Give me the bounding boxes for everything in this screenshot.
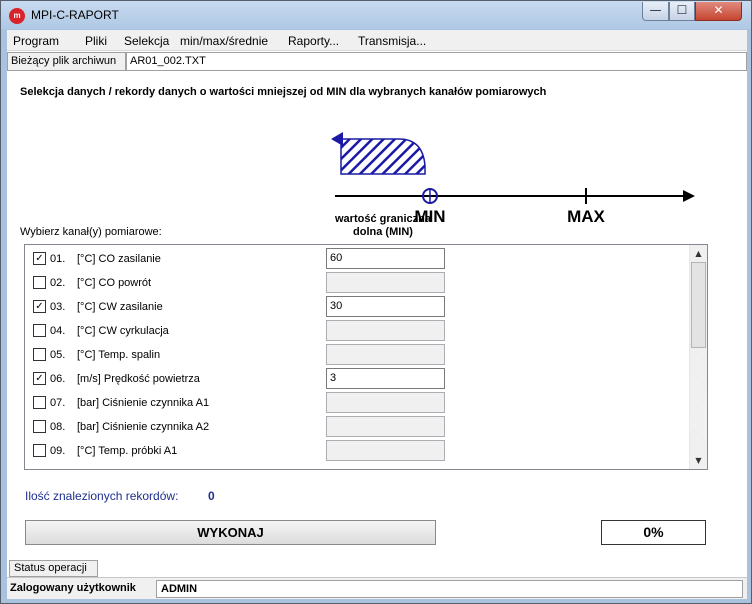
channel-row: ✓ 01. [°C] CO zasilanie 60 <box>25 247 687 271</box>
channel-min-input <box>326 272 445 293</box>
channel-number: 02. <box>50 277 66 289</box>
found-records-value: 0 <box>208 489 215 503</box>
channel-number: 05. <box>50 349 66 361</box>
window-title: MPI-C-RAPORT <box>31 8 119 22</box>
app-window: m MPI-C-RAPORT — ☐ ✕ Program Pliki Selek… <box>0 0 752 604</box>
channel-name: [m/s] Prędkość powietrza <box>77 373 200 385</box>
channel-row: 07. [bar] Ciśnienie czynnika A1 <box>25 391 687 415</box>
minimize-icon: — <box>649 3 662 17</box>
title-bar[interactable]: m MPI-C-RAPORT — ☐ ✕ <box>1 1 751 29</box>
scroll-up-icon[interactable]: ▲ <box>690 245 707 262</box>
menu-raporty[interactable]: Raporty... <box>288 34 339 48</box>
below-min-region <box>340 138 426 175</box>
channel-checkbox[interactable] <box>33 276 46 289</box>
channel-number: 01. <box>50 253 66 265</box>
channel-number: 06. <box>50 373 66 385</box>
channel-name: [°C] Temp. próbki A1 <box>77 445 178 457</box>
channel-min-input[interactable]: 30 <box>326 296 445 317</box>
menu-program[interactable]: Program <box>13 34 59 48</box>
channel-checkbox[interactable] <box>33 348 46 361</box>
minimize-button[interactable]: — <box>642 2 669 21</box>
channel-checkbox[interactable]: ✓ <box>33 252 46 265</box>
logged-user-label: Zalogowany użytkownik <box>10 582 136 594</box>
progress-indicator: 0% <box>601 520 706 545</box>
channel-min-input[interactable]: 3 <box>326 368 445 389</box>
channel-row: ✓ 03. [°C] CW zasilanie 30 <box>25 295 687 319</box>
scroll-down-icon[interactable]: ▼ <box>690 452 707 469</box>
channel-checkbox[interactable]: ✓ <box>33 300 46 313</box>
channel-list-scrollbar[interactable]: ▲ ▼ <box>689 245 707 469</box>
channel-row: 04. [°C] CW cyrkulacja <box>25 319 687 343</box>
channel-name: [°C] CW cyrkulacja <box>77 325 169 337</box>
channel-name: [bar] Ciśnienie czynnika A1 <box>77 397 210 409</box>
menu-selekcja[interactable]: Selekcja <box>124 34 169 48</box>
channel-number: 04. <box>50 325 66 337</box>
min-value-column-header: wartość graniczna dolna (MIN) <box>335 213 431 238</box>
channel-min-input[interactable]: 60 <box>326 248 445 269</box>
channel-name: [°C] Temp. spalin <box>77 349 161 361</box>
channel-min-input <box>326 440 445 461</box>
channel-row: 02. [°C] CO powrót <box>25 271 687 295</box>
menu-min-max-srednie[interactable]: min/max/średnie <box>180 34 268 48</box>
channel-number: 07. <box>50 397 66 409</box>
channel-min-input <box>326 392 445 413</box>
archive-file-value: AR01_002.TXT <box>126 52 747 71</box>
app-logo-icon: m <box>9 8 25 24</box>
maximize-icon: ☐ <box>676 3 688 17</box>
max-label: MAX <box>567 207 605 226</box>
channel-min-input <box>326 320 445 341</box>
left-arrow-icon <box>331 132 343 146</box>
channel-checkbox[interactable]: ✓ <box>33 372 46 385</box>
channel-checkbox[interactable] <box>33 396 46 409</box>
channel-number: 03. <box>50 301 66 313</box>
found-records-label: Ilość znalezionych rekordów: <box>25 489 179 503</box>
channel-row: 08. [bar] Ciśnienie czynnika A2 <box>25 415 687 439</box>
close-icon: ✕ <box>713 3 724 17</box>
menu-bar: Program Pliki Selekcja min/max/średnie R… <box>7 30 747 51</box>
status-tab[interactable]: Status operacji <box>9 560 98 577</box>
channel-number: 09. <box>50 445 66 457</box>
channel-checkbox[interactable] <box>33 420 46 433</box>
channel-row: 09. [°C] Temp. próbki A1 <box>25 439 687 463</box>
choose-channels-label: Wybierz kanał(y) pomiarowe: <box>20 226 162 238</box>
channel-row: ✓ 06. [m/s] Prędkość powietrza 3 <box>25 367 687 391</box>
channel-min-input <box>326 416 445 437</box>
channel-name: [°C] CW zasilanie <box>77 301 163 313</box>
channel-name: [°C] CO powrót <box>77 277 152 289</box>
channel-number: 08. <box>50 421 66 433</box>
logged-user-value: ADMIN <box>156 580 743 598</box>
status-bar: Zalogowany użytkownik ADMIN <box>7 577 747 599</box>
axis-arrow-icon <box>683 190 695 202</box>
channel-row: 05. [°C] Temp. spalin <box>25 343 687 367</box>
maximize-button[interactable]: ☐ <box>669 2 695 21</box>
execute-button[interactable]: WYKONAJ <box>25 520 436 545</box>
channel-name: [bar] Ciśnienie czynnika A2 <box>77 421 210 433</box>
channel-list[interactable]: ✓ 01. [°C] CO zasilanie 60 02. [°C] CO p… <box>24 244 708 470</box>
channel-checkbox[interactable] <box>33 324 46 337</box>
page-heading: Selekcja danych / rekordy danych o warto… <box>20 86 547 98</box>
channel-min-input <box>326 344 445 365</box>
channel-name: [°C] CO zasilanie <box>77 253 161 265</box>
client-area: Program Pliki Selekcja min/max/średnie R… <box>7 30 747 599</box>
channel-checkbox[interactable] <box>33 444 46 457</box>
menu-pliki[interactable]: Pliki <box>85 34 107 48</box>
min-range-diagram: MIN MAX <box>331 132 695 226</box>
archive-file-label: Bieżący plik archiwun <box>7 52 126 71</box>
close-button[interactable]: ✕ <box>695 2 742 21</box>
menu-transmisja[interactable]: Transmisja... <box>358 34 426 48</box>
scroll-thumb[interactable] <box>691 262 706 348</box>
